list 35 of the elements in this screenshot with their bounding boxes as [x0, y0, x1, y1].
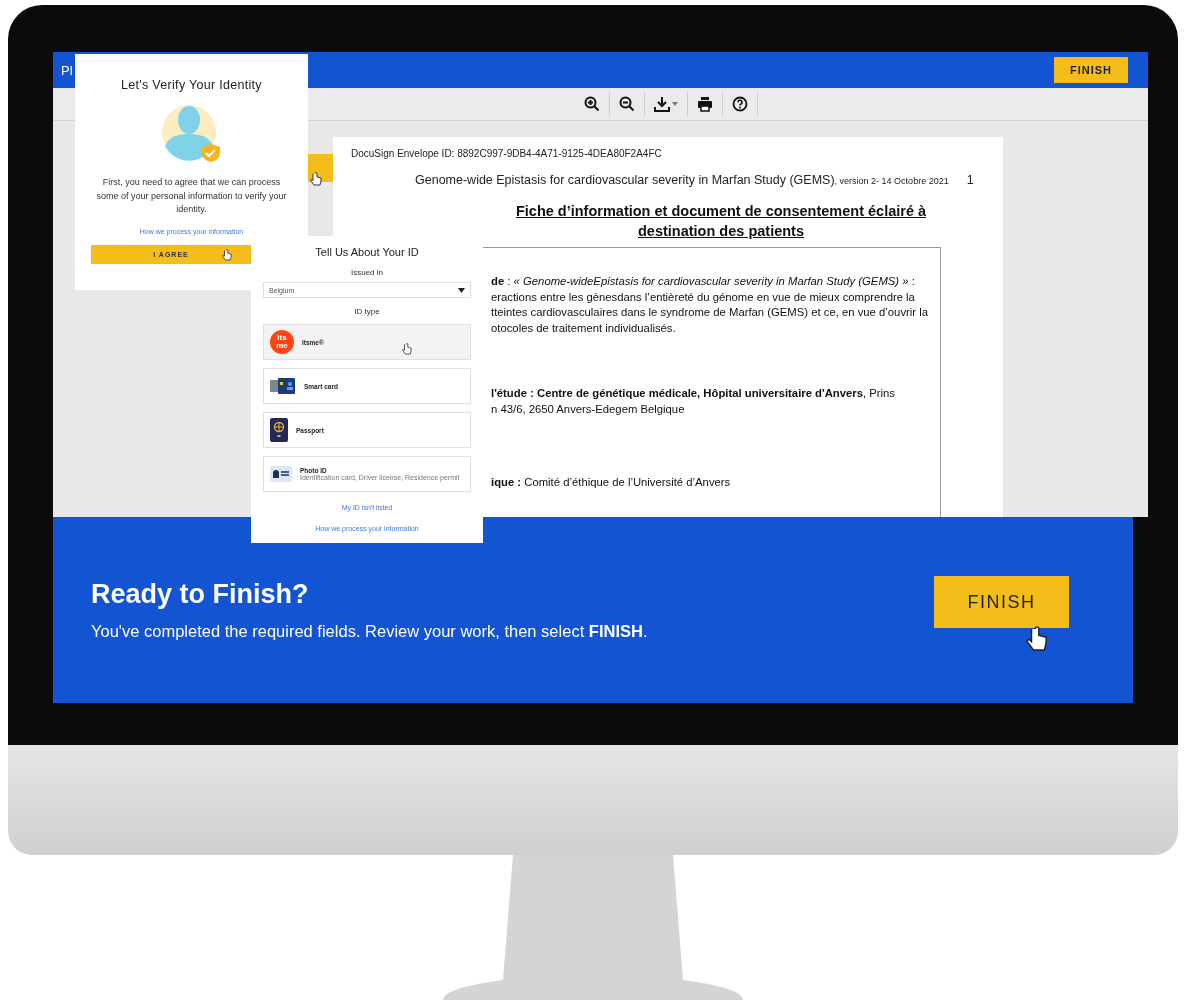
dropdown-caret-icon: [458, 287, 465, 293]
smart-card-icon: [270, 376, 296, 396]
banner-title: Ready to Finish?: [91, 579, 310, 610]
field-label: Issued in: [351, 268, 383, 277]
zoom-out-icon[interactable]: [619, 96, 635, 112]
itsme-logo: its me: [270, 330, 294, 354]
zoom-in-icon[interactable]: [584, 96, 600, 112]
dialog-title: Tell Us About Your ID: [315, 246, 419, 258]
dialog-title: Let's Verify Your Identity: [121, 78, 262, 92]
document-text: otocoles de traitement individualisés.: [491, 320, 677, 336]
finish-button[interactable]: FINISH: [1053, 57, 1128, 83]
print-icon[interactable]: [697, 96, 713, 112]
document-text: tteintes cardiovasculaires dans le syndrome de Marfan (GEMS) et ce, en vue d’ouvrir la: [491, 305, 929, 320]
id-card-icon: [270, 466, 292, 482]
document-text: eractions entre les gènesdans l’entièreté du génome en vue de mieux comprendre la: [491, 289, 916, 305]
top-bar-title: Pl: [61, 62, 73, 78]
envelope-id: DocuSign Envelope ID: 8892C997-9DB4-4A71-9125-4DEA80F2A4FC: [351, 148, 663, 159]
dialog-text: First, you need to agree that we can process some of your personal information to verify your identity.: [95, 176, 288, 216]
document-text: de : « Genome-wideEpistasis for cardiovascular severity in Marfan Study (GEMS) » :: [491, 274, 916, 289]
banner-text: You've completed the required fields. Review your work, then select FINISH.: [91, 622, 648, 641]
finish-button[interactable]: FINISH: [934, 576, 1069, 628]
passport-icon: [270, 418, 288, 442]
field-label: ID type: [354, 307, 380, 316]
document-header: Genome-wide Epistasis for cardiovascular severity in Marfan Study (GEMS), version 2- 14 Octobre 2021: [415, 173, 949, 187]
document-heading: Fiche d’information et document de consentement éclairé à destination des patients: [514, 202, 928, 241]
hand-cursor-icon: [1026, 625, 1048, 653]
hand-cursor-icon: [402, 343, 412, 355]
document-text: l'étude : Centre de génétique médicale, Hôpital universitaire d'Anvers, Prins: [491, 386, 896, 401]
download-icon[interactable]: [654, 96, 678, 112]
hand-cursor-icon: [222, 248, 232, 261]
hand-cursor-icon: [310, 172, 322, 186]
page-number: 1: [966, 173, 974, 187]
document-text: ique : Comité d’éthique de l’Université d’Anvers: [491, 475, 732, 490]
help-icon[interactable]: [732, 96, 748, 112]
document-text: n 43/6, 2650 Anvers-Edegem Belgique: [491, 401, 686, 417]
